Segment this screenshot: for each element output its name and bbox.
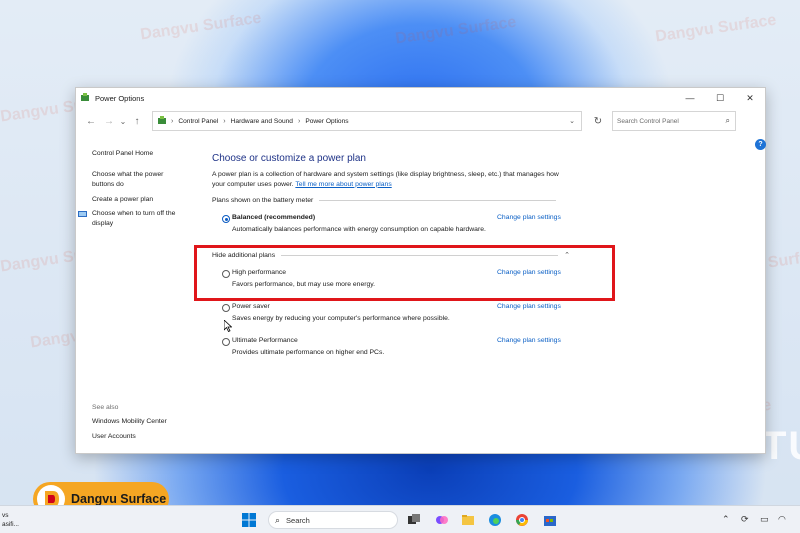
- highlight-box: [194, 245, 615, 301]
- address-bar[interactable]: › Control Panel › Hardware and Sound › P…: [152, 111, 582, 131]
- plan-description: Saves energy by reducing your computer's…: [232, 315, 450, 322]
- plan-name[interactable]: Power saver: [232, 303, 270, 310]
- mouse-pointer-icon: [224, 320, 232, 332]
- radio-power-saver[interactable]: [222, 304, 230, 312]
- display-icon[interactable]: ▭: [760, 514, 769, 525]
- chrome-browser-icon[interactable]: [514, 512, 530, 528]
- navigation-bar: ← → ⌄ ↑ › Control Panel › Hardware and S…: [76, 108, 765, 134]
- brand-logo-text: Dangvu Surface: [71, 492, 167, 506]
- taskbar-search[interactable]: ⌕ Search: [268, 511, 398, 529]
- search-input[interactable]: Search Control Panel ⌕: [612, 111, 736, 131]
- taskbar: vs asifi... ⌕ Search ⌃ ⟳ ▭ ◠: [0, 505, 800, 533]
- change-plan-settings-link[interactable]: Change plan settings: [497, 214, 561, 221]
- maximize-button[interactable]: ☐: [705, 88, 735, 108]
- file-explorer-icon[interactable]: [460, 512, 476, 528]
- plan-name[interactable]: Ultimate Performance: [232, 337, 298, 344]
- control-panel-icon: [157, 116, 167, 126]
- recent-locations-button[interactable]: ⌄: [118, 112, 128, 130]
- see-also-heading: See also: [92, 404, 119, 411]
- sidebar-item-create-plan[interactable]: Create a power plan: [92, 195, 153, 205]
- minimize-button[interactable]: —: [675, 88, 705, 108]
- sidebar-item-power-buttons[interactable]: Choose what the power buttons do: [92, 170, 187, 190]
- plan-description: Provides ultimate performance on higher …: [232, 349, 385, 356]
- section-heading: Plans shown on the battery meter: [212, 197, 314, 204]
- search-icon[interactable]: ⌕: [726, 116, 730, 126]
- chevron-up-icon[interactable]: ⌃: [722, 514, 730, 525]
- radio-ultimate-performance[interactable]: [222, 338, 230, 346]
- title-bar[interactable]: Power Options — ☐ ✕: [76, 88, 765, 108]
- search-icon: ⌕: [275, 514, 281, 525]
- breadcrumb-hardware-and-sound[interactable]: Hardware and Sound: [231, 118, 293, 125]
- plan-description: Automatically balances performance with …: [232, 226, 486, 233]
- desktop-partial-text: TU: [762, 424, 800, 468]
- refresh-icon[interactable]: ↻: [588, 111, 608, 131]
- breadcrumb-control-panel[interactable]: Control Panel: [178, 118, 218, 125]
- forward-button[interactable]: →: [100, 112, 118, 130]
- taskbar-search-label: Search: [286, 515, 310, 525]
- close-button[interactable]: ✕: [735, 88, 765, 108]
- task-view-icon[interactable]: [406, 512, 422, 528]
- sidebar-item-mobility-center[interactable]: Windows Mobility Center: [92, 417, 167, 427]
- plan-name[interactable]: Balanced (recommended): [232, 214, 315, 221]
- window-title: Power Options: [95, 93, 145, 103]
- copilot-icon[interactable]: [434, 512, 450, 528]
- sidebar-home-link[interactable]: Control Panel Home: [92, 149, 153, 159]
- windows-logo-icon[interactable]: [241, 512, 257, 528]
- sidebar-item-turn-off-display[interactable]: Choose when to turn off the display: [78, 209, 186, 229]
- change-plan-settings-link[interactable]: Change plan settings: [497, 303, 561, 310]
- back-button[interactable]: ←: [82, 112, 100, 130]
- notification-app-icon[interactable]: ⟳: [741, 514, 749, 525]
- change-plan-settings-link[interactable]: Change plan settings: [497, 337, 561, 344]
- microsoft-store-icon[interactable]: [542, 512, 558, 528]
- page-description: A power plan is a collection of hardware…: [212, 170, 562, 189]
- radio-balanced[interactable]: [222, 215, 230, 223]
- search-placeholder: Search Control Panel: [617, 117, 679, 125]
- wifi-icon[interactable]: ◠: [778, 514, 786, 525]
- up-button[interactable]: ↑: [128, 112, 146, 130]
- edge-browser-icon[interactable]: [487, 512, 503, 528]
- sidebar-item-user-accounts[interactable]: User Accounts: [92, 432, 136, 442]
- page-title: Choose or customize a power plan: [212, 153, 366, 164]
- shield-icon: [78, 210, 87, 219]
- breadcrumb-power-options[interactable]: Power Options: [305, 118, 348, 125]
- help-icon[interactable]: ?: [755, 139, 766, 150]
- taskbar-widget-text[interactable]: vs asifi...: [2, 511, 19, 529]
- chevron-down-icon[interactable]: ⌄: [569, 117, 575, 125]
- battery-meter-section: Plans shown on the battery meter: [212, 197, 556, 204]
- power-options-icon: [80, 93, 90, 103]
- tell-me-more-link[interactable]: Tell me more about power plans: [295, 181, 391, 188]
- sidebar-item-label: Choose when to turn off the display: [92, 210, 176, 227]
